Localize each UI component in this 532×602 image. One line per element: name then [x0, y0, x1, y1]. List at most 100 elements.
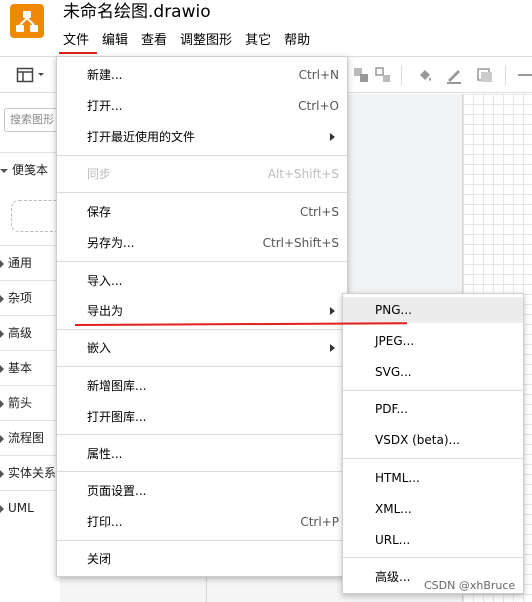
- menu-item-label: 打开图库...: [87, 410, 147, 424]
- menu-item-label: 导出为: [87, 304, 124, 318]
- menu-separator: [57, 471, 347, 472]
- menu-item-export-as[interactable]: 导出为: [57, 298, 347, 324]
- file-menu: 新建... Ctrl+N 打开... Ctrl+O 打开最近使用的文件 同步 A…: [56, 56, 348, 577]
- shadow-icon[interactable]: [476, 66, 494, 84]
- menu-separator: [57, 155, 347, 156]
- chevron-right-icon: [0, 504, 4, 513]
- menu-item-save-as[interactable]: 另存为... Ctrl+Shift+S: [57, 230, 347, 256]
- menu-item-label: 导入...: [87, 274, 123, 288]
- shortcut-label: Ctrl+N: [298, 68, 339, 82]
- chevron-down-icon: [0, 168, 8, 173]
- sidebar-section-label: 便笺本: [12, 163, 49, 177]
- menu-separator: [57, 192, 347, 193]
- chevron-right-icon: [0, 469, 4, 478]
- menu-item-open[interactable]: 打开... Ctrl+O: [57, 93, 347, 119]
- menu-extras[interactable]: 其它: [240, 30, 276, 52]
- menu-item-open-recent[interactable]: 打开最近使用的文件: [57, 124, 347, 150]
- sidebar-section-scratchpad[interactable]: 便笺本: [0, 152, 60, 186]
- sidebar-section-advanced[interactable]: 高级: [0, 315, 60, 349]
- menu-separator: [57, 261, 347, 262]
- menu-item-print[interactable]: 打印... Ctrl+P: [57, 509, 347, 535]
- chevron-right-icon: [0, 364, 4, 373]
- file-menu-annotation-underline: [59, 52, 97, 54]
- divider: [206, 573, 207, 602]
- sidebar-section-label: 高级: [8, 326, 33, 340]
- menu-item-embed[interactable]: 嵌入: [57, 335, 347, 361]
- menu-item-label: 关闭: [87, 552, 112, 566]
- line-style-icon[interactable]: [516, 66, 532, 84]
- export-item-pdf[interactable]: PDF...: [343, 396, 523, 422]
- menu-item-label: 高级...: [375, 570, 411, 584]
- sidebar-section-label: 通用: [8, 256, 33, 270]
- chevron-right-icon: [0, 434, 4, 443]
- sidebar-section-arrows[interactable]: 箭头: [0, 385, 60, 419]
- chevron-right-icon: [0, 294, 4, 303]
- csdn-watermark: CSDN @xhBruce: [424, 579, 516, 592]
- menu-item-new[interactable]: 新建... Ctrl+N: [57, 62, 347, 88]
- shortcut-label: Alt+Shift+S: [267, 167, 339, 181]
- menu-item-properties[interactable]: 属性...: [57, 441, 347, 467]
- chevron-right-icon: [0, 259, 4, 268]
- export-item-url[interactable]: URL...: [343, 527, 523, 553]
- menu-item-label: 打开最近使用的文件: [87, 130, 196, 144]
- shortcut-label: Ctrl+P: [300, 515, 339, 529]
- menu-item-save[interactable]: 保存 Ctrl+S: [57, 199, 347, 225]
- export-item-xml[interactable]: XML...: [343, 496, 523, 522]
- menu-view[interactable]: 查看: [136, 30, 172, 52]
- sidebar-section-basic[interactable]: 基本: [0, 350, 60, 384]
- shape-search-input[interactable]: 搜索图形: [4, 108, 64, 132]
- shapes-sidebar: 搜索图形 便笺本 通用 杂项 高级 基本 箭头 流程图 实体关系 UML: [0, 94, 64, 602]
- menu-item-label: 打开...: [87, 99, 123, 113]
- menu-edit[interactable]: 编辑: [97, 30, 133, 52]
- drawio-logo: [10, 4, 44, 38]
- menu-item-label: 新建...: [87, 68, 123, 82]
- sidebar-section-entity-relation[interactable]: 实体关系: [0, 455, 60, 489]
- sidebar-section-label: 流程图: [8, 431, 45, 445]
- submenu-arrow-icon: [330, 307, 335, 315]
- menu-item-open-library[interactable]: 打开图库...: [57, 404, 347, 430]
- export-item-jpeg[interactable]: JPEG...: [343, 328, 523, 354]
- layout-panel-icon[interactable]: [16, 66, 34, 84]
- menu-item-label: PNG...: [375, 303, 412, 317]
- export-as-submenu: PNG... JPEG... SVG... PDF... VSDX (beta)…: [342, 293, 524, 594]
- submenu-arrow-icon: [330, 344, 335, 352]
- export-item-html[interactable]: HTML...: [343, 465, 523, 491]
- group-icon[interactable]: [352, 66, 370, 84]
- chevron-down-icon[interactable]: [36, 66, 46, 84]
- menu-item-import[interactable]: 导入...: [57, 268, 347, 294]
- sidebar-section-general[interactable]: 通用: [0, 245, 60, 279]
- drawio-logo-icon: [16, 11, 38, 32]
- menu-item-close[interactable]: 关闭: [57, 546, 347, 572]
- fill-color-icon[interactable]: [416, 66, 434, 84]
- shortcut-label: Ctrl+Shift+S: [262, 236, 339, 250]
- ungroup-icon[interactable]: [374, 66, 392, 84]
- chevron-right-icon: [0, 329, 4, 338]
- menu-separator: [57, 540, 347, 541]
- export-item-vsdx[interactable]: VSDX (beta)...: [343, 427, 523, 453]
- menu-item-page-setup[interactable]: 页面设置...: [57, 478, 347, 504]
- sidebar-section-flowchart[interactable]: 流程图: [0, 420, 60, 454]
- menu-separator: [343, 390, 523, 391]
- menu-item-label: 属性...: [87, 447, 123, 461]
- toolbar-separator: [505, 65, 506, 85]
- sidebar-section-misc[interactable]: 杂项: [0, 280, 60, 314]
- menu-item-label: 同步: [87, 167, 112, 181]
- sidebar-section-uml[interactable]: UML: [0, 490, 60, 524]
- toolbar-separator: [401, 65, 402, 85]
- sidebar-section-label: 箭头: [8, 396, 33, 410]
- menu-item-label: XML...: [375, 502, 412, 516]
- menu-separator: [343, 557, 523, 558]
- sidebar-section-label: UML: [8, 501, 34, 515]
- menu-help[interactable]: 帮助: [279, 30, 315, 52]
- export-item-png[interactable]: PNG...: [343, 297, 523, 323]
- menu-arrange[interactable]: 调整图形: [175, 30, 237, 52]
- export-item-svg[interactable]: SVG...: [343, 359, 523, 385]
- menu-item-new-library[interactable]: 新增图库...: [57, 373, 347, 399]
- menu-item-label: URL...: [375, 533, 411, 547]
- menu-item-label: 打印...: [87, 515, 123, 529]
- document-title[interactable]: 未命名绘图.drawio: [63, 1, 211, 23]
- line-color-icon[interactable]: [445, 66, 463, 84]
- menu-separator: [57, 434, 347, 435]
- menu-file[interactable]: 文件: [58, 30, 94, 52]
- menu-item-label: SVG...: [375, 365, 412, 379]
